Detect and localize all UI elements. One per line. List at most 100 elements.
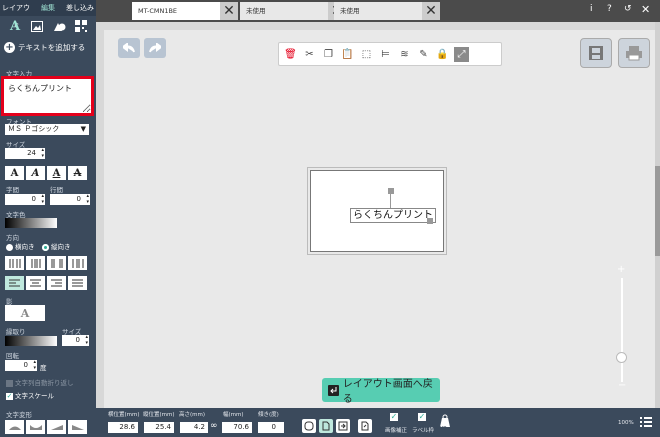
- align-center-button[interactable]: [26, 276, 45, 290]
- align-right-button[interactable]: [47, 276, 66, 290]
- paste-icon[interactable]: 📋: [340, 47, 355, 62]
- tab-1[interactable]: MT-CMN1BE ✕: [132, 2, 238, 20]
- rotation-stepper[interactable]: 0: [5, 360, 37, 371]
- menu-layout[interactable]: レイアウト: [0, 0, 32, 28]
- outline-size-stepper[interactable]: 0: [62, 335, 89, 346]
- undo-icon: [123, 43, 135, 53]
- layers-icon[interactable]: ≋: [397, 47, 412, 62]
- frame-icon[interactable]: ⤢: [454, 46, 469, 62]
- close-app-icon[interactable]: ✕: [641, 3, 650, 16]
- print-button[interactable]: [618, 38, 650, 68]
- auto-wrap-checkbox[interactable]: [6, 379, 13, 387]
- line-spacing-stepper[interactable]: 0: [50, 194, 90, 205]
- char-spacing-stepper[interactable]: 0: [5, 194, 45, 205]
- auto-wrap-option[interactable]: 文字列自動折り返し: [6, 377, 74, 387]
- image-tool-icon[interactable]: [30, 19, 44, 33]
- scrollbar-thumb[interactable]: [655, 166, 660, 256]
- label-frame-label: ラベル枠: [412, 428, 435, 434]
- radio-vertical[interactable]: [42, 243, 49, 251]
- delete-icon[interactable]: 🗑: [283, 47, 298, 62]
- char-spacing-label: 字間: [6, 186, 19, 194]
- text-scale-checkbox[interactable]: ✓: [6, 392, 13, 400]
- distribute-1-button[interactable]: [5, 256, 24, 270]
- menu-merge[interactable]: 差し込み: [64, 0, 96, 16]
- print-icon: [626, 46, 642, 61]
- height-label: 高さ(mm): [179, 412, 206, 418]
- zoom-slider-knob[interactable]: [616, 352, 627, 363]
- save-button[interactable]: [580, 38, 612, 68]
- height-input[interactable]: 4.2: [180, 422, 208, 433]
- redo-icon: [149, 43, 161, 53]
- label-text-object[interactable]: らくちんプリント: [350, 208, 436, 223]
- distribute-2-button[interactable]: [26, 256, 45, 270]
- align-object-icon[interactable]: ⊨: [378, 47, 393, 62]
- align-left-button[interactable]: [5, 276, 24, 290]
- add-text-button[interactable]: + テキストを追加する: [4, 39, 92, 55]
- line-spacing-label: 行間: [50, 186, 63, 194]
- radio-horizontal[interactable]: [6, 243, 13, 251]
- zoom-in-icon[interactable]: +: [617, 264, 625, 275]
- redo-button[interactable]: [144, 38, 166, 58]
- undo-button[interactable]: [118, 38, 140, 58]
- align-justify-button[interactable]: [68, 276, 87, 290]
- width-input[interactable]: 70.6: [222, 422, 252, 433]
- strikethrough-button[interactable]: A: [68, 166, 87, 180]
- shape-mode-icon[interactable]: [302, 419, 316, 433]
- rotate-handle[interactable]: [388, 188, 394, 194]
- object-toolbar: 🗑 ✂ ❐ 📋 ⬚ ⊨ ≋ ✎ 🔒 ⤢: [278, 42, 502, 66]
- distribute-3-button[interactable]: [47, 256, 66, 270]
- font-style-buttons: A A A A: [5, 166, 87, 180]
- label-frame-checkbox[interactable]: ✓: [418, 413, 426, 421]
- close-icon[interactable]: ✕: [422, 2, 440, 20]
- undo-app-icon[interactable]: ↺: [624, 4, 632, 14]
- info-icon[interactable]: i: [590, 4, 593, 14]
- y-pos-input[interactable]: 25.4: [144, 422, 174, 433]
- text-tool-icon[interactable]: A: [8, 19, 22, 34]
- lock-icon[interactable]: 🔒: [435, 47, 450, 62]
- export-icon[interactable]: [358, 419, 372, 433]
- list-icon[interactable]: [640, 416, 652, 430]
- outline-color-picker[interactable]: [5, 336, 57, 346]
- size-stepper[interactable]: 24: [5, 148, 45, 159]
- zoom-out-icon[interactable]: −: [618, 380, 626, 391]
- copy-icon[interactable]: ❐: [321, 47, 336, 62]
- edit-icon[interactable]: ✎: [416, 47, 431, 62]
- back-to-layout-button[interactable]: レイアウト画面へ戻る: [322, 378, 440, 405]
- distribute-4-button[interactable]: [68, 256, 87, 270]
- image-correction-checkbox[interactable]: ✓: [390, 413, 398, 421]
- add-text-label: テキストを追加する: [18, 42, 86, 52]
- text-input[interactable]: らくちんプリント: [4, 79, 91, 113]
- font-select[interactable]: ＭＳ Ｐゴシック ▼: [5, 124, 89, 135]
- y-pos-label: 縦位置(mm): [143, 412, 175, 418]
- menu-edit[interactable]: 編集: [32, 0, 64, 16]
- import-icon[interactable]: [336, 419, 350, 433]
- text-color-picker[interactable]: [5, 218, 57, 228]
- italic-button[interactable]: A: [26, 166, 45, 180]
- x-pos-input[interactable]: 28.6: [108, 422, 138, 433]
- text-input-highlight: らくちんプリント: [1, 76, 94, 116]
- page-mode-icon[interactable]: [319, 419, 333, 433]
- alignment-buttons-top: [5, 256, 87, 270]
- help-icon[interactable]: ?: [607, 4, 612, 14]
- deform-3-button[interactable]: [47, 420, 66, 434]
- shape-tool-icon[interactable]: [52, 19, 66, 33]
- shadow-button[interactable]: A: [5, 305, 45, 321]
- barcode-tool-icon[interactable]: [74, 19, 88, 33]
- select-area-icon[interactable]: ⬚: [359, 47, 374, 62]
- direction-horizontal[interactable]: 横向き: [6, 241, 35, 251]
- resize-handle[interactable]: [427, 218, 433, 224]
- tab-2[interactable]: 未使用✕: [240, 2, 346, 20]
- deform-1-button[interactable]: [5, 420, 24, 434]
- tab-3[interactable]: 未使用 ✕: [334, 2, 440, 20]
- underline-button[interactable]: A: [47, 166, 66, 180]
- deform-4-button[interactable]: [68, 420, 87, 434]
- cut-icon[interactable]: ✂: [302, 47, 317, 62]
- zoom-slider[interactable]: [621, 278, 623, 382]
- close-icon[interactable]: ✕: [220, 2, 238, 20]
- link-icon[interactable]: ∞: [210, 421, 218, 431]
- text-scale-option[interactable]: ✓ 文字スケール: [6, 390, 54, 400]
- deform-2-button[interactable]: [26, 420, 45, 434]
- angle-input[interactable]: 0: [258, 422, 284, 433]
- direction-vertical[interactable]: 縦向き: [42, 241, 71, 251]
- bold-button[interactable]: A: [5, 166, 24, 180]
